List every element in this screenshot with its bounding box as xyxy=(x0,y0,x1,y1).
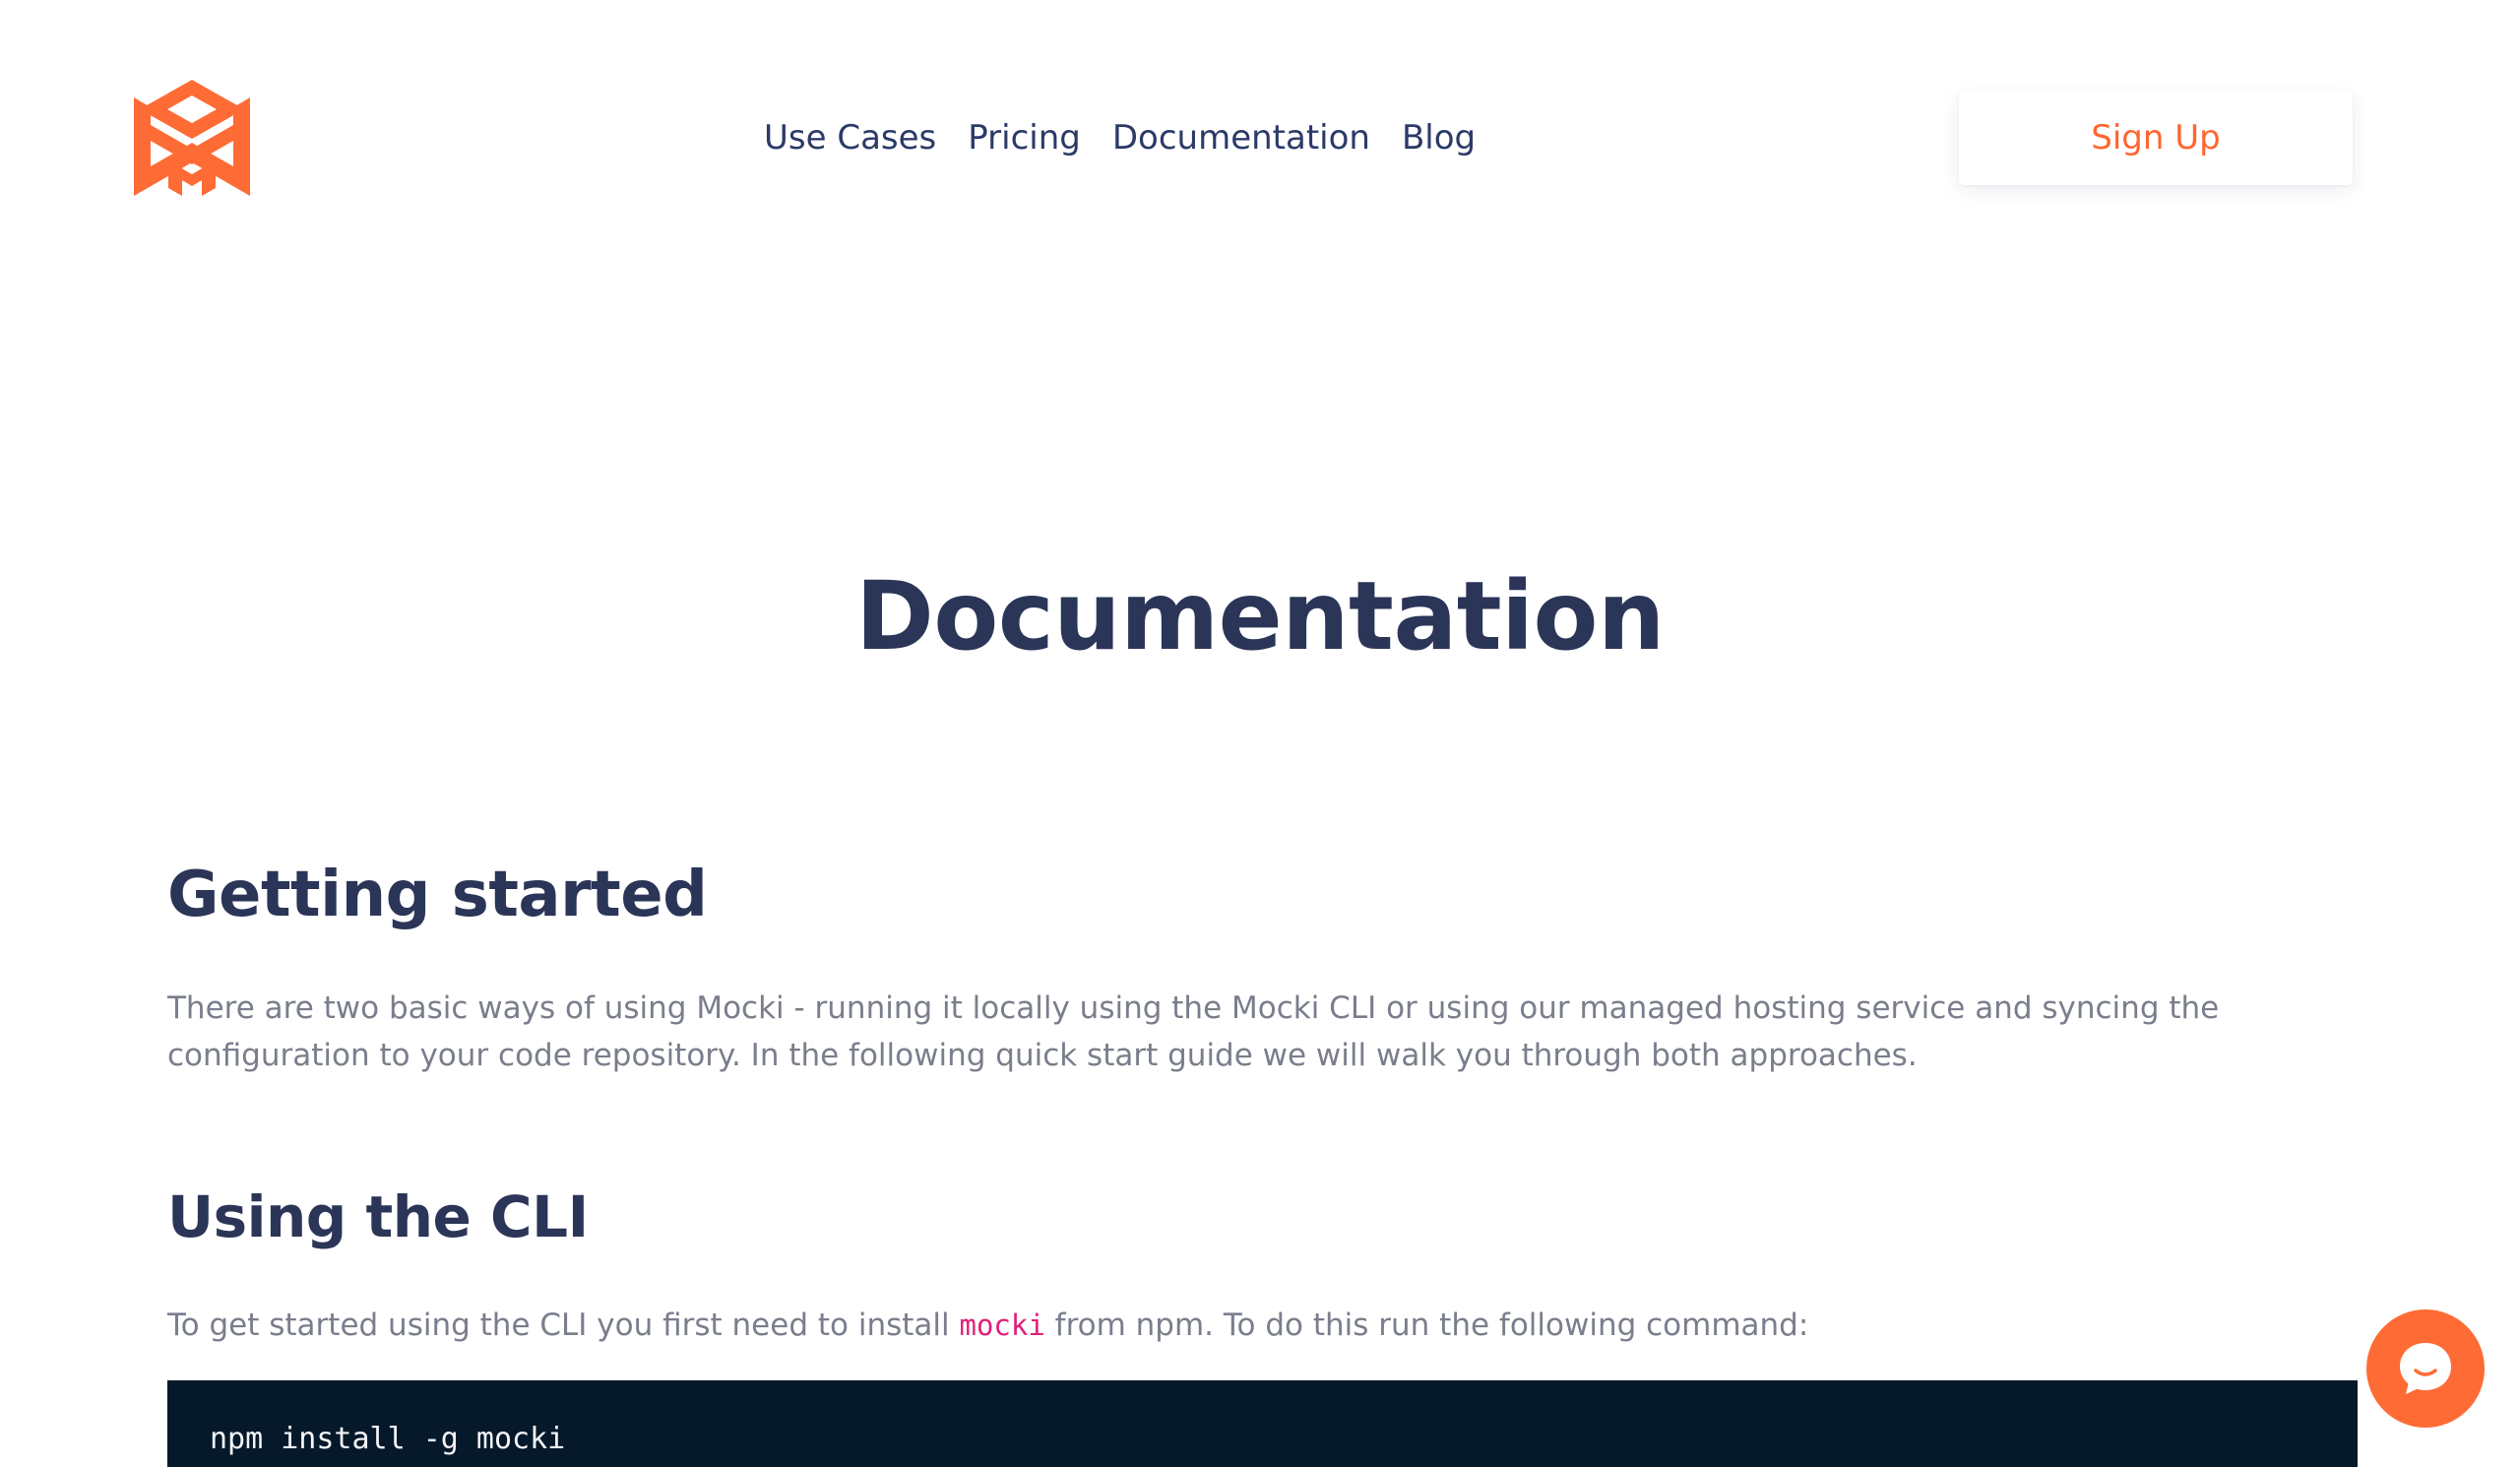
chat-bubble-icon xyxy=(2400,1343,2451,1394)
page-title: Documentation xyxy=(855,561,1665,671)
sign-up-button[interactable]: Sign Up xyxy=(1959,91,2353,185)
getting-started-heading: Getting started xyxy=(167,859,708,931)
code-block[interactable]: npm install -g mocki xyxy=(167,1380,2358,1467)
getting-started-paragraph: There are two basic ways of using Mocki … xyxy=(167,990,2220,1073)
inline-code-mocki: mocki xyxy=(959,1308,1045,1342)
cli-text-before: To get started using the CLI you first n… xyxy=(167,1308,950,1343)
using-cli-heading: Using the CLI xyxy=(167,1183,589,1250)
main-nav: Use Cases Pricing Documentation Blog xyxy=(764,110,1476,165)
page: Use Cases Pricing Documentation Blog Sig… xyxy=(0,0,2520,1467)
nav-link-use-cases[interactable]: Use Cases xyxy=(764,118,936,158)
using-cli-paragraph: To get started using the CLI you first n… xyxy=(167,1302,2372,1349)
nav-link-pricing[interactable]: Pricing xyxy=(968,118,1081,158)
install-command[interactable]: npm install -g mocki xyxy=(210,1422,565,1456)
mocki-logo-icon[interactable] xyxy=(134,78,250,198)
nav-link-documentation[interactable]: Documentation xyxy=(1112,118,1370,158)
cli-text-after: from npm. To do this run the following c… xyxy=(1054,1308,1809,1343)
chat-widget-button[interactable] xyxy=(2366,1309,2485,1428)
nav-link-blog[interactable]: Blog xyxy=(1402,118,1476,158)
